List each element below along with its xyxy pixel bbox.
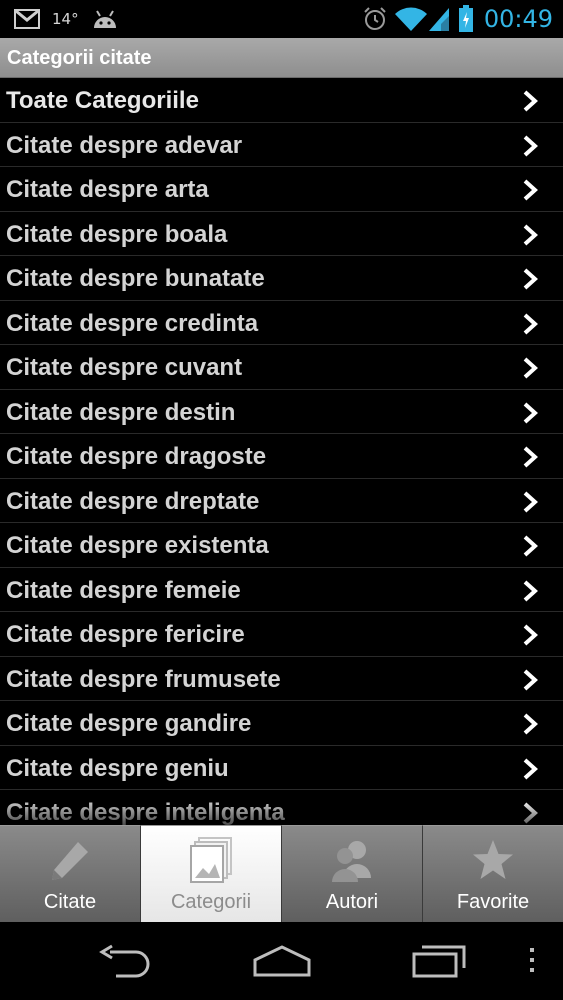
list-item[interactable]: Toate Categoriile [0, 78, 563, 123]
tab-label: Favorite [456, 891, 530, 913]
list-item-label: Citate despre geniu [6, 754, 229, 782]
chevron-right-icon [523, 179, 538, 201]
alarm-icon [364, 7, 386, 30]
list-item-label: Citate despre frumusete [6, 665, 281, 693]
list-item-label: Citate despre adevar [6, 131, 243, 159]
star-icon [473, 840, 513, 879]
list-item[interactable]: Citate despre existenta [0, 523, 563, 568]
list-item[interactable]: Citate despre dreptate [0, 479, 563, 523]
list-item-label: Citate despre gandire [6, 710, 252, 737]
list-item[interactable]: Citate despre destin [0, 390, 563, 434]
category-list[interactable]: Toate Categoriile Citate despre adevar Cit… [0, 78, 563, 825]
recent-apps-icon[interactable] [410, 944, 468, 978]
list-item[interactable]: Citate despre arta [0, 167, 563, 212]
list-item-label: Citate despre boala [6, 220, 228, 248]
people-icon [332, 841, 371, 882]
pictures-icon [190, 837, 232, 883]
list-item[interactable]: Citate despre boala [0, 212, 563, 256]
list-item-label: Citate despre dreptate [6, 487, 260, 515]
tab-bar: Citate Categorii Autori Favorite [0, 825, 563, 922]
overflow-menu-icon[interactable] [526, 944, 538, 978]
chevron-right-icon [523, 402, 538, 423]
tab-label: Categorii [170, 891, 252, 913]
list-item[interactable]: Citate despre fericire [0, 612, 563, 657]
battery-icon [458, 5, 473, 32]
tab-categorii[interactable]: Categorii [141, 825, 282, 922]
list-item[interactable]: Citate despre adevar [0, 123, 563, 167]
chevron-right-icon [523, 758, 538, 779]
list-item-label: Citate despre destin [6, 398, 236, 426]
list-item[interactable]: Citate despre dragoste [0, 434, 563, 479]
tab-favorite[interactable]: Favorite [423, 825, 563, 922]
home-icon[interactable] [252, 944, 312, 978]
list-item-label: Citate despre inteligenta [6, 799, 285, 825]
chevron-right-icon [523, 535, 538, 557]
status-right: 00:49 [362, 4, 553, 34]
action-bar: Categorii citate [0, 38, 563, 78]
pencil-icon [52, 842, 88, 880]
list-item[interactable]: Citate despre bunatate [0, 256, 563, 301]
list-item[interactable]: Citate despre credinta [0, 301, 563, 345]
tab-label: Citate [43, 891, 97, 913]
list-item-label: Toate Categoriile [6, 87, 199, 114]
chevron-right-icon [523, 624, 538, 646]
list-item[interactable]: Citate despre cuvant [0, 345, 563, 390]
chevron-right-icon [523, 357, 538, 379]
chevron-right-icon [523, 669, 538, 690]
list-item-label: Citate despre femeie [6, 576, 241, 604]
tab-citate[interactable]: Citate [0, 825, 141, 922]
gmail-icon [14, 9, 40, 29]
signal-icon [428, 8, 449, 31]
list-item-label: Citate despre credinta [6, 309, 259, 337]
list-item-label: Citate despre existenta [6, 532, 269, 559]
status-bar: 14° 00:49 [0, 0, 563, 38]
list-item-label: Citate despre arta [6, 176, 209, 203]
chevron-right-icon [523, 135, 538, 156]
chevron-right-icon [523, 268, 538, 290]
list-item-label: Citate despre dragoste [6, 443, 267, 470]
list-item[interactable]: Citate despre geniu [0, 746, 563, 790]
chevron-right-icon [523, 313, 538, 334]
list-item[interactable]: Citate despre inteligenta [0, 790, 563, 825]
clock-text: 00:49 [483, 5, 553, 33]
list-item[interactable]: Citate despre femeie [0, 568, 563, 612]
list-item-label: Citate despre cuvant [6, 354, 243, 381]
list-item[interactable]: Citate despre gandire [0, 701, 563, 746]
list-item[interactable]: Citate despre frumusete [0, 657, 563, 701]
chevron-right-icon [523, 802, 538, 824]
status-left: 14° [14, 6, 119, 32]
chevron-right-icon [523, 580, 538, 601]
tab-label: Autori [325, 891, 379, 913]
chevron-right-icon [523, 713, 538, 735]
chevron-right-icon [523, 224, 538, 245]
temperature-text: 14° [52, 10, 79, 28]
back-icon[interactable] [96, 944, 154, 978]
chevron-right-icon [523, 90, 538, 112]
chevron-right-icon [523, 446, 538, 468]
list-item-label: Citate despre bunatate [6, 265, 265, 292]
list-item-label: Citate despre fericire [6, 621, 245, 648]
android-icon [93, 10, 116, 28]
wifi-icon [394, 7, 427, 31]
system-nav-bar [0, 922, 563, 1000]
page-title: Categorii citate [7, 47, 152, 69]
tab-autori[interactable]: Autori [282, 825, 423, 922]
chevron-right-icon [523, 491, 538, 512]
